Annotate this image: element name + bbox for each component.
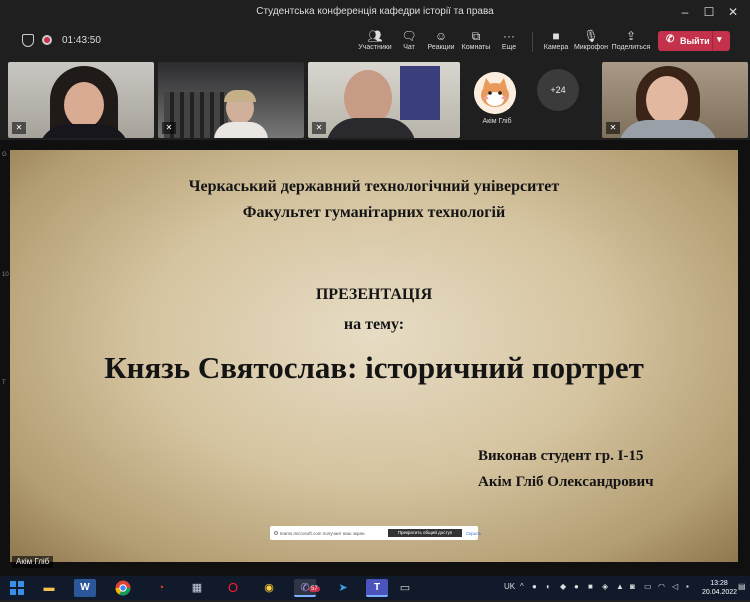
tray-app-icon[interactable]: ■ [588,582,593,591]
participant-strip: ✕ ✕ ✕ ✕ [0,60,750,140]
network-icon[interactable]: ◠ [658,582,665,591]
info-icon [274,531,278,535]
ruler-mark: 10 [2,272,9,278]
cat-avatar-icon [474,72,516,114]
participant-body [214,122,268,138]
tray-app-icon[interactable]: ◆ [560,582,566,591]
chevron-down-icon[interactable]: ▾ [717,34,722,45]
opera-icon[interactable]: O [222,579,244,597]
ruler-mark: T [2,380,6,386]
clock-date: 20.04.2022 [702,589,738,596]
calculator-icon[interactable]: ▦ [186,579,208,597]
microphone-button[interactable]: 🎙︎ Микрофон [573,28,609,58]
slide-author-name: Акім Гліб Олександрович [478,474,654,490]
phone-hangup-icon: ✆ [666,34,675,45]
wall-poster [400,66,440,120]
toolbar-divider [532,32,533,52]
camera-button[interactable]: ■ Камера [542,28,570,58]
participant-body [618,120,718,138]
chat-button[interactable]: 🗨︎ Чат [398,28,420,58]
mic-off-icon: ✕ [312,122,326,134]
chrome-icon[interactable] [112,579,134,597]
presentation-slide: Черкаський державний технологічний уніве… [10,150,738,562]
mic-off-icon: ✕ [12,122,26,134]
participant-tile[interactable]: ✕ [158,62,304,138]
camera-icon: ■ [552,29,560,43]
mic-off-icon: ✕ [162,122,176,134]
breakout-rooms-button[interactable]: ⧉ Комнаты [460,28,492,58]
tray-app-icon[interactable]: ▲ [616,582,624,591]
slide-faculty: Факультет гуманітарних технологій [242,204,506,221]
ccleaner-icon[interactable]: ◔ [150,579,172,597]
tray-app-icon[interactable]: ◐ [546,582,551,591]
more-options-button[interactable]: ··· Еще [498,28,520,58]
participant-hair [224,90,256,102]
language-indicator[interactable]: UK [504,582,515,591]
more-participants-button[interactable]: +24 [537,69,579,111]
reactions-button[interactable]: ☺ Реакции [426,28,456,58]
participant-body [326,118,416,138]
tray-app-icon[interactable]: ● [574,582,579,591]
tray-app-icon[interactable]: ◈ [602,582,608,591]
hide-notification-link[interactable]: Скрыть [466,531,481,536]
mic-off-icon: ✕ [606,122,620,134]
share-button[interactable]: ⇪ Поделиться [611,28,651,58]
window-titlebar: Студентська конференція кафедри історії … [0,0,750,24]
yandex-browser-icon[interactable]: ◉ [258,579,280,597]
microphone-muted-icon: 🎙︎ [583,29,599,43]
tray-app-icon[interactable]: ▪ [686,582,689,591]
shield-icon [22,34,34,47]
participant-tile[interactable]: ✕ [308,62,460,138]
word-icon[interactable]: W [74,579,96,597]
tray-app-icon[interactable]: ◙ [630,582,635,591]
people-icon: 👥︎ [367,29,383,43]
chat-icon: 🗨︎ [401,29,417,43]
meeting-timer: 01:43:50 [62,35,101,46]
slide-title: Князь Святослав: історичний портрет [104,350,644,385]
slide-university: Черкаський державний технологічний уніве… [188,178,560,195]
tray-app-icon[interactable]: ● [532,582,537,591]
volume-icon[interactable]: ◁ [672,582,678,591]
tray-chevron-icon[interactable]: ^ [520,582,524,591]
participant-tile[interactable]: ✕ [602,62,748,138]
maximize-icon[interactable]: ☐ [700,4,718,20]
system-clock[interactable]: 13:28 20.04.2022 [702,579,738,597]
teams-icon[interactable]: T [366,579,388,597]
battery-icon[interactable]: ▭ [644,582,652,591]
stop-sharing-button[interactable]: Прекратить общий доступ [388,529,462,537]
window-title: Студентська конференція кафедри історії … [256,6,494,17]
recording-icon [42,35,52,45]
minimize-icon[interactable]: – [676,4,694,20]
meeting-toolbar: 01:43:50 👥︎ Участники 🗨︎ Чат ☺ Реакции ⧉… [0,24,750,60]
ruler-mark: G [2,152,7,158]
screen-share-notification: teams.microsoft.com получает ваш экран. … [270,526,481,540]
start-windows-icon[interactable] [6,579,28,597]
viber-badge: 57 [309,586,320,592]
taskbar-app-icon[interactable]: ▭ [394,579,416,597]
participant-face [646,76,688,124]
rooms-icon: ⧉ [471,29,481,43]
reactions-icon: ☺ [434,29,448,43]
file-explorer-icon[interactable]: ▬ [38,579,60,597]
ellipsis-icon: ··· [503,29,515,43]
participant-face [64,82,104,128]
close-icon[interactable]: ✕ [724,4,742,20]
presenter-name-chip: Акім Гліб [12,556,54,568]
leave-button[interactable]: ✆ Выйти ▾ [658,31,730,51]
telegram-icon[interactable]: ➤ [332,579,354,597]
participant-avatar[interactable] [474,72,516,114]
clock-time: 13:28 [710,580,728,587]
notifications-icon[interactable]: ▤ [738,582,746,591]
share-icon: ⇪ [625,29,637,43]
participants-button[interactable]: 👥︎ Участники [358,28,392,58]
windows-taskbar: ▬ W ◔ ▦ O ◉ ✆ 57 ➤ T ▭ UK ^ ● ◐ ◆ ● ■ ◈ … [0,576,750,600]
leave-divider [712,31,713,51]
slide-topic-label: на тему: [343,316,405,333]
slide-presentation-label: ПРЕЗЕНТАЦІЯ [315,286,433,303]
participant-tile[interactable]: ✕ [8,62,154,138]
participant-name: Акім Гліб [482,118,512,125]
shared-screen: Черкаський державний технологічний уніве… [0,140,750,576]
slide-author-group: Виконав студент гр. І-15 [478,448,644,464]
